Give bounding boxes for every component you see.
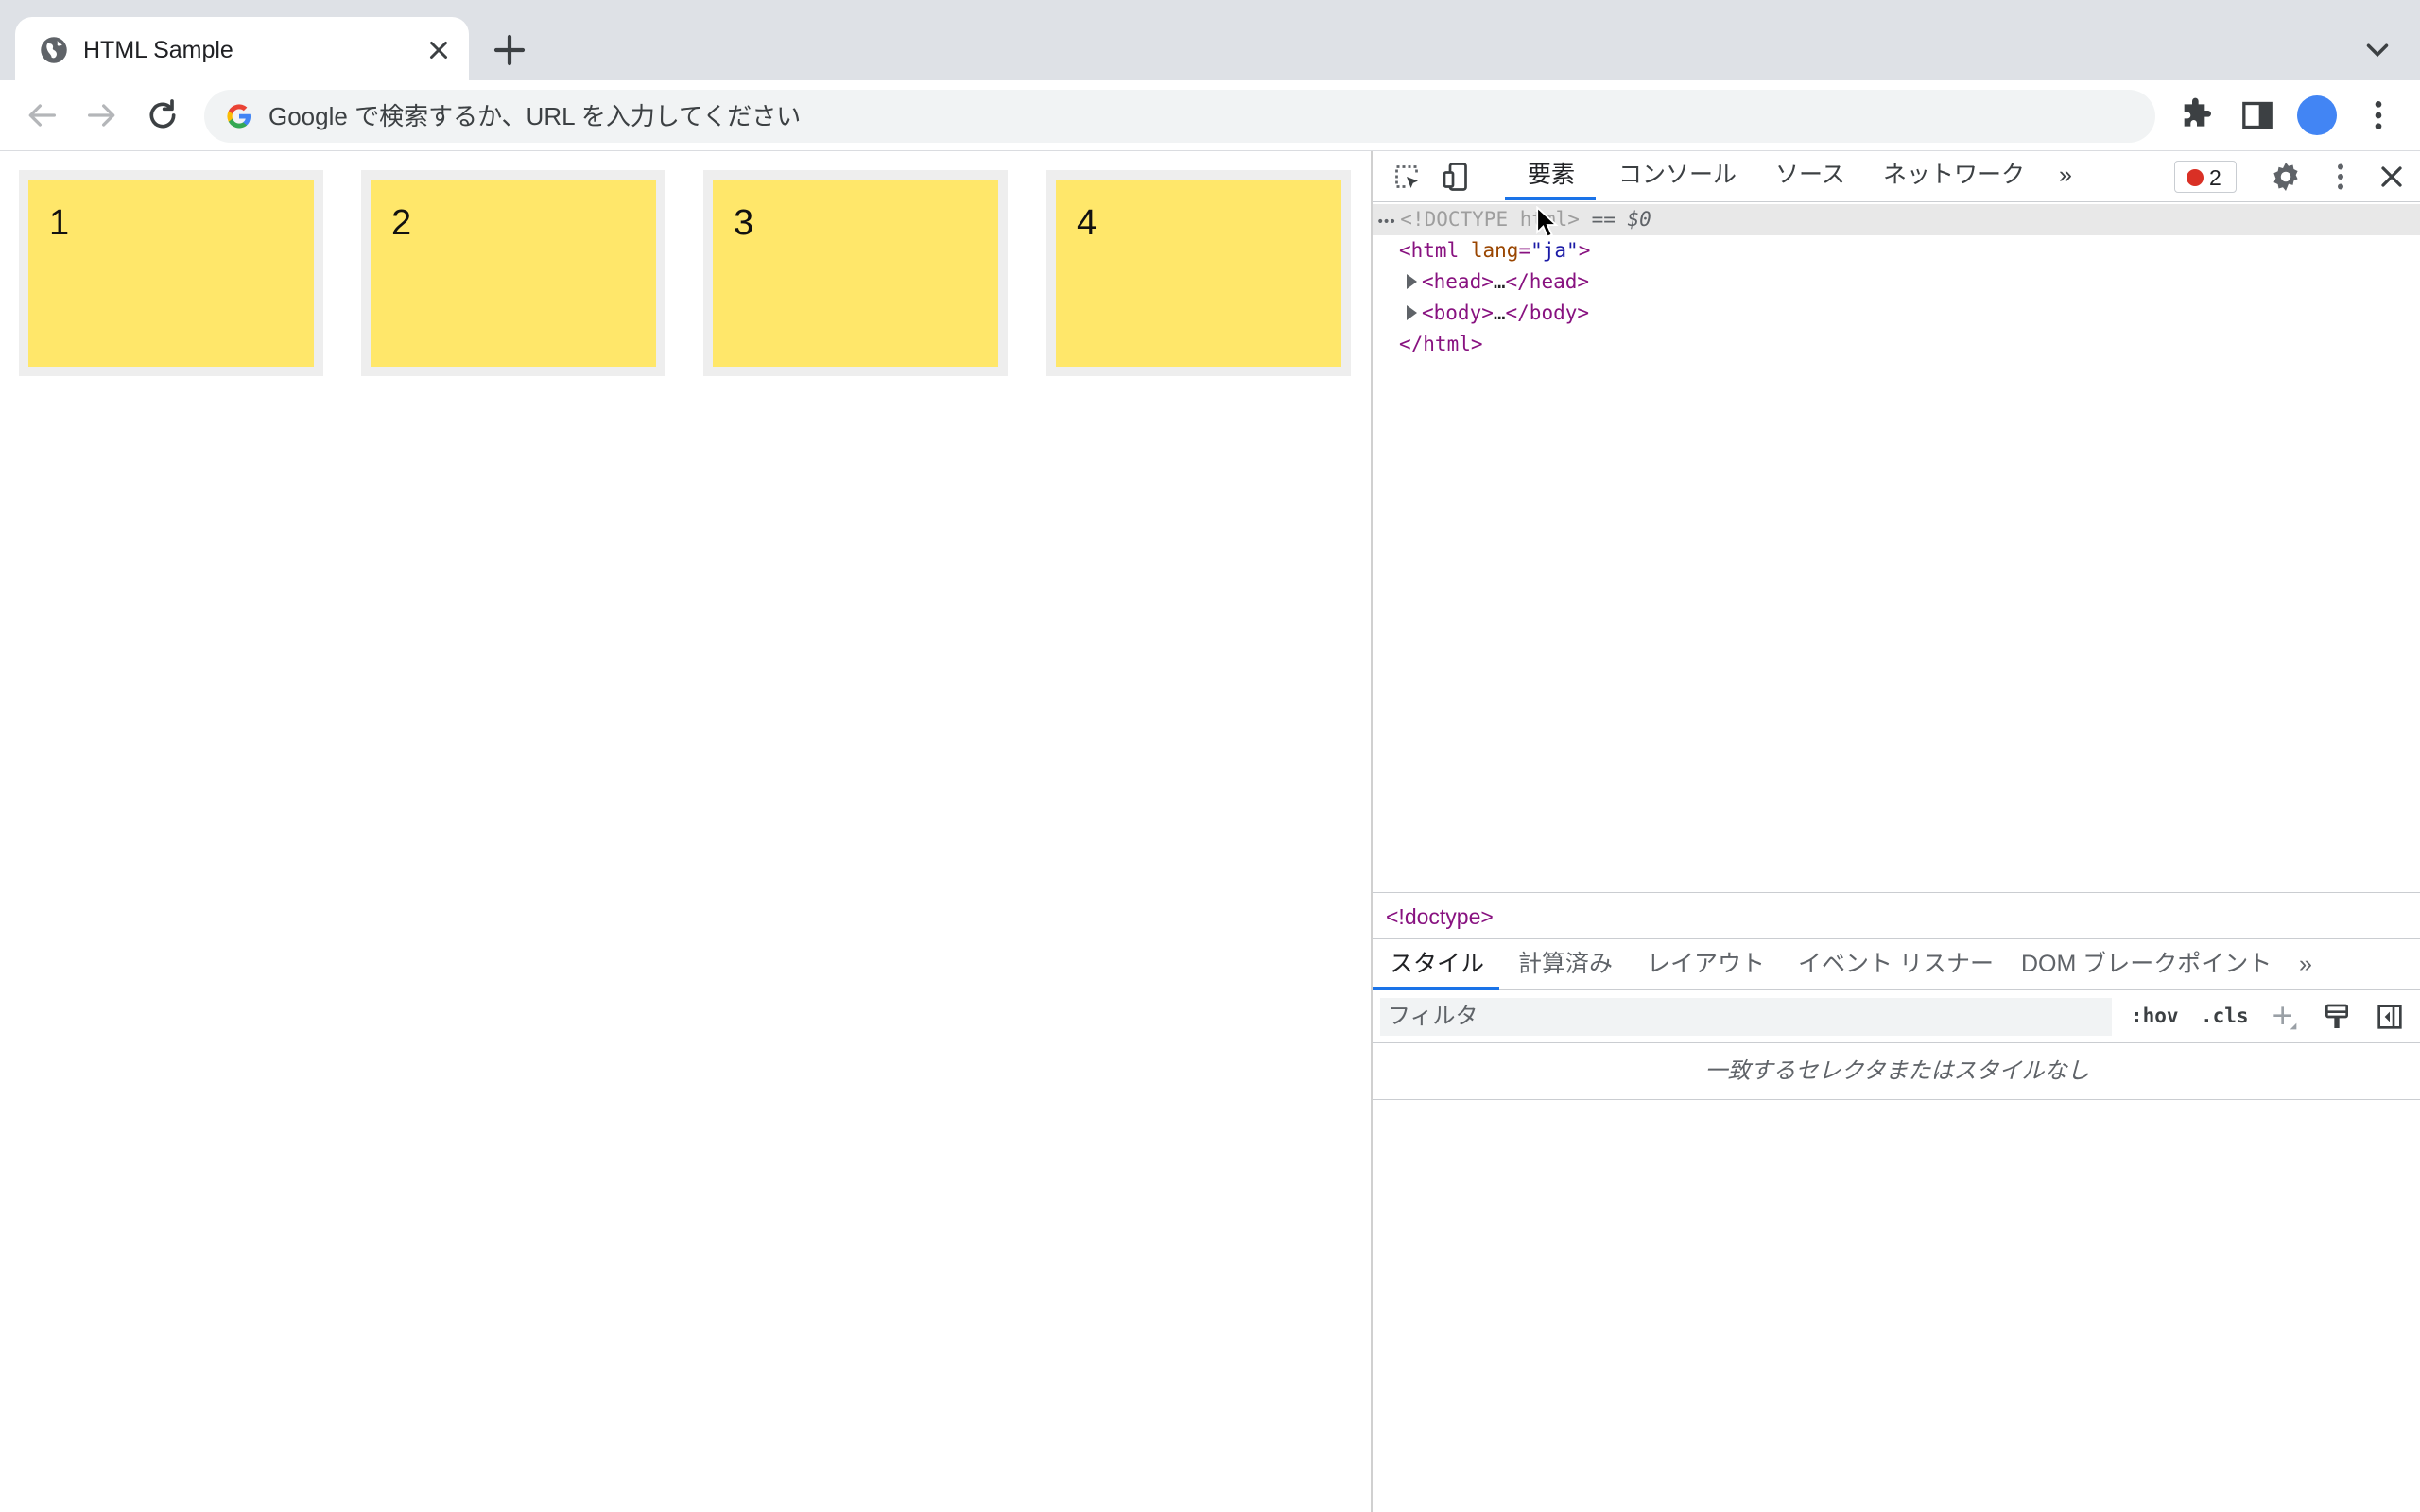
more-subtabs-button[interactable]: » <box>2299 950 2312 978</box>
card-1: 1 <box>19 170 323 376</box>
card-4: 4 <box>1046 170 1351 376</box>
error-count-badge[interactable]: 2 <box>2174 161 2237 193</box>
new-style-rule-icon[interactable] <box>2269 1002 2299 1032</box>
styles-filter-bar: :hov .cls <box>1373 990 2420 1043</box>
tab-layout[interactable]: レイアウト <box>1647 950 1765 978</box>
devtools-menu-icon[interactable] <box>2324 160 2358 194</box>
inspect-element-icon[interactable] <box>1390 160 1424 194</box>
html-open-tag: <html <box>1399 239 1459 262</box>
tab-sources[interactable]: ソース <box>1775 161 1845 189</box>
body-close-tag: </body> <box>1506 301 1590 324</box>
collapsed-ellipsis: … <box>1494 301 1506 324</box>
back-icon[interactable] <box>23 96 60 134</box>
side-panel-icon[interactable] <box>2238 96 2276 134</box>
tab-dom-breakpoints[interactable]: DOM ブレークポイント <box>2021 950 2272 978</box>
card-3: 3 <box>703 170 1008 376</box>
card-number: 2 <box>391 202 411 244</box>
profile-avatar[interactable] <box>2297 95 2337 135</box>
reload-icon[interactable] <box>144 96 182 134</box>
more-menu-icon[interactable] <box>2360 96 2397 134</box>
dom-node-html-close[interactable]: </html> <box>1399 329 1483 360</box>
expand-triangle-icon[interactable] <box>1407 305 1417 320</box>
dom-node-html[interactable]: <html lang="ja"> <box>1399 235 1590 266</box>
card-number: 4 <box>1077 202 1097 244</box>
tab-styles[interactable]: スタイル <box>1390 950 1484 978</box>
head-close-tag: </head> <box>1506 270 1590 293</box>
more-tabs-button[interactable]: » <box>2059 161 2072 189</box>
tab-strip: HTML Sample <box>0 0 2420 80</box>
toggle-sidebar-icon[interactable] <box>2375 1002 2405 1032</box>
mouse-cursor-icon <box>1535 206 1560 238</box>
lang-attribute: lang <box>1471 239 1519 262</box>
card-2: 2 <box>361 170 666 376</box>
tab-event-listeners[interactable]: イベント リスナー <box>1798 950 1994 978</box>
card-body: 4 <box>1056 180 1341 367</box>
error-count: 2 <box>2209 165 2221 190</box>
card-body: 1 <box>28 180 314 367</box>
globe-icon <box>40 36 68 64</box>
error-icon <box>2187 169 2204 186</box>
page-viewport: 1 2 3 4 <box>0 151 1371 1512</box>
card-number: 1 <box>49 202 69 244</box>
card-body: 2 <box>371 180 656 367</box>
close-tab-icon[interactable] <box>422 33 456 67</box>
active-tab-indicator <box>1505 197 1596 200</box>
breadcrumb: <!doctype> <box>1373 892 2420 939</box>
forward-icon[interactable] <box>83 96 121 134</box>
styles-filter-input[interactable] <box>1380 998 2112 1036</box>
browser-toolbar: Google で検索するか、URL を入力してください <box>0 80 2420 151</box>
new-tab-icon[interactable] <box>490 30 529 70</box>
card-number: 3 <box>734 202 753 244</box>
lang-value: "ja" <box>1530 239 1579 262</box>
no-styles-message: 一致するセレクタまたはスタイルなし <box>1373 1043 2420 1100</box>
tab-console[interactable]: コンソール <box>1618 161 1737 189</box>
tab-elements[interactable]: 要素 <box>1528 161 1575 189</box>
omnibox-placeholder: Google で検索するか、URL を入力してください <box>268 101 801 131</box>
settings-gear-icon[interactable] <box>2269 160 2303 194</box>
device-toolbar-icon[interactable] <box>1439 160 1473 194</box>
dom-ellipsis: ••• <box>1373 215 1400 230</box>
expand-triangle-icon[interactable] <box>1407 274 1417 289</box>
dom-node-head[interactable]: <head>…</head> <box>1407 266 1589 298</box>
selected-node-reference: == $0 <box>1592 208 1651 231</box>
paint-brush-icon[interactable] <box>2322 1002 2352 1032</box>
head-open-tag: <head> <box>1422 270 1494 293</box>
tab-title: HTML Sample <box>83 36 233 64</box>
devtools-panel: 要素 コンソール ソース ネットワーク » 2 •••<!DOCTYPE htm… <box>1371 151 2420 1512</box>
dom-node-doctype[interactable]: •••<!DOCTYPE html> == $0 <box>1373 204 2420 235</box>
cls-toggle-button[interactable]: .cls <box>2201 1004 2249 1028</box>
tab-computed[interactable]: 計算済み <box>1518 950 1613 978</box>
breadcrumb-doctype[interactable]: <!doctype> <box>1386 903 1494 930</box>
extensions-puzzle-icon[interactable] <box>2178 96 2216 134</box>
devtools-toolbar: 要素 コンソール ソース ネットワーク » 2 <box>1373 151 2420 202</box>
body-open-tag: <body> <box>1422 301 1494 324</box>
google-icon <box>225 102 253 130</box>
collapsed-ellipsis: … <box>1494 270 1506 293</box>
styles-subtabs: スタイル 計算済み レイアウト イベント リスナー DOM ブレークポイント » <box>1373 939 2420 990</box>
hov-toggle-button[interactable]: :hov <box>2131 1004 2179 1028</box>
tab-network[interactable]: ネットワーク <box>1883 161 2025 189</box>
dom-node-body[interactable]: <body>…</body> <box>1407 298 1589 329</box>
address-bar[interactable]: Google で検索するか、URL を入力してください <box>204 90 2155 143</box>
browser-tab[interactable]: HTML Sample <box>15 17 469 81</box>
close-devtools-icon[interactable] <box>2375 160 2409 194</box>
tab-search-chevron-icon[interactable] <box>2360 32 2395 68</box>
html-open-tag-end: > <box>1579 239 1591 262</box>
card-body: 3 <box>713 180 998 367</box>
dom-tree: •••<!DOCTYPE html> == $0 <html lang="ja"… <box>1373 204 2420 771</box>
html-close-tag: </html> <box>1399 333 1483 355</box>
